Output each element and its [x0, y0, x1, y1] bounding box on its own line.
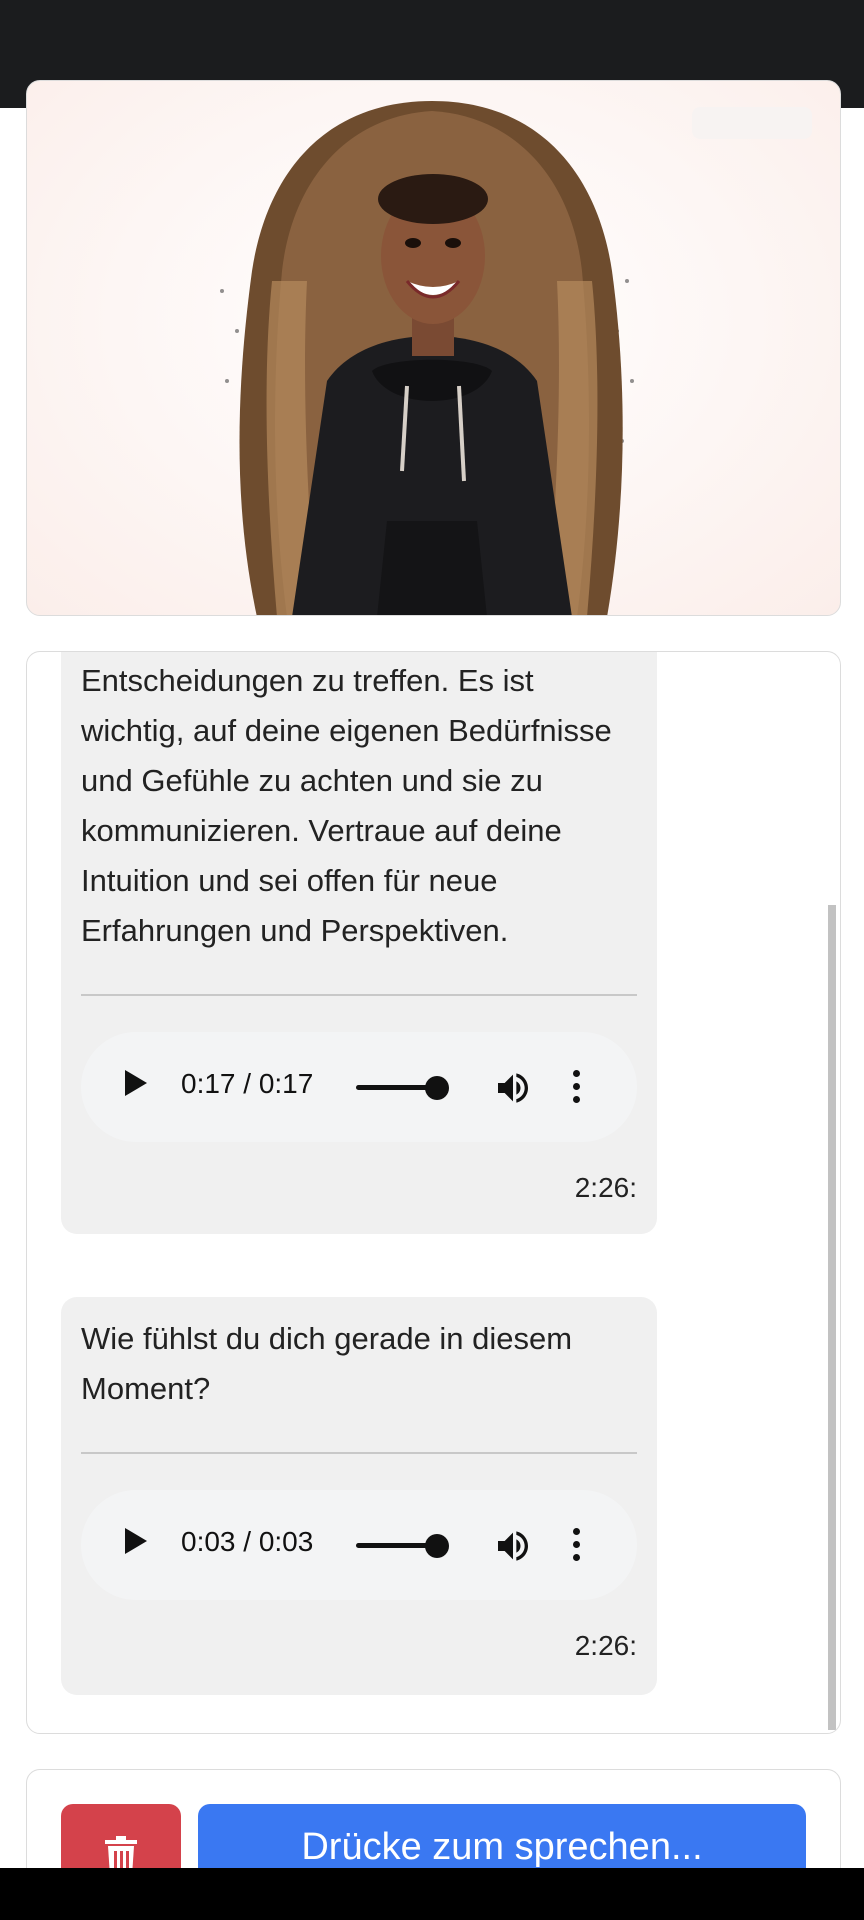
navigation-bar	[0, 1868, 864, 1920]
audio-progress-knob[interactable]	[425, 1534, 449, 1558]
audio-player[interactable]: 0:03 / 0:03	[81, 1490, 637, 1600]
divider	[81, 994, 637, 996]
audio-progress-track[interactable]	[356, 1085, 436, 1090]
message-timestamp: 2:26:	[574, 1172, 637, 1203]
message-text: Entscheidungen zu treffen. Es ist wichti…	[81, 663, 612, 948]
assistant-message: Wie fühlst du dich gerade in diesem Mome…	[61, 1297, 657, 1695]
more-options-icon[interactable]	[573, 1070, 581, 1104]
volume-icon[interactable]	[493, 1068, 533, 1108]
chat-history[interactable]: Entscheidungen zu treffen. Es ist wichti…	[26, 651, 841, 1734]
assistant-message: Entscheidungen zu treffen. Es ist wichti…	[61, 652, 657, 1234]
more-options-icon[interactable]	[573, 1528, 581, 1562]
scrollbar[interactable]	[828, 905, 836, 1730]
message-text: Wie fühlst du dich gerade in diesem Mome…	[81, 1321, 573, 1406]
avatar-image	[220, 101, 634, 615]
divider	[81, 1452, 637, 1454]
audio-progress-knob[interactable]	[425, 1076, 449, 1100]
audio-time: 0:17 / 0:17	[181, 1068, 314, 1099]
play-icon[interactable]	[125, 1528, 147, 1554]
message-timestamp: 2:26:	[574, 1630, 637, 1661]
avatar-card	[26, 80, 841, 616]
audio-player[interactable]: 0:17 / 0:17	[81, 1032, 637, 1142]
audio-time: 0:03 / 0:03	[181, 1526, 314, 1557]
play-icon[interactable]	[125, 1070, 147, 1096]
volume-icon[interactable]	[493, 1526, 533, 1566]
audio-progress-track[interactable]	[356, 1543, 436, 1548]
